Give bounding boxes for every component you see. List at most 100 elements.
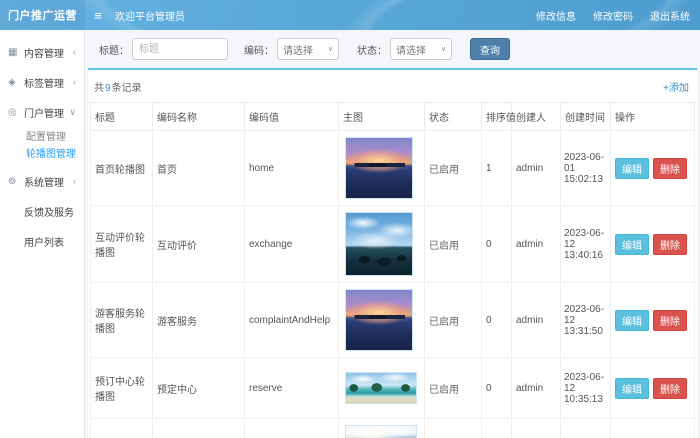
cell-creator: admin (512, 131, 561, 206)
column-header: 创建人 (512, 103, 561, 131)
status-badge: 已启用 (429, 241, 459, 252)
cell-main-image (339, 419, 425, 438)
banner-thumbnail (345, 137, 413, 199)
sidebar-subitem-config[interactable]: 配置管理 (0, 127, 84, 144)
cell-status: 已启用 (425, 283, 482, 358)
status-select[interactable]: 请选择 ∨ (390, 38, 452, 60)
cell-creator: admin (512, 283, 561, 358)
cell-created-time: 2023-06-12 10:35:13 (561, 358, 611, 419)
banner-thumbnail (345, 372, 417, 404)
delete-button[interactable]: 删除 (653, 234, 687, 255)
code-filter-label: 编码： (244, 42, 274, 57)
cell-code-name: 互动评价 (153, 206, 245, 283)
delete-button[interactable]: 删除 (653, 378, 687, 399)
sidebar-item-users[interactable]: 用户列表 (0, 226, 84, 256)
banner-thumbnail (345, 212, 413, 276)
tag-icon: ◈ (8, 77, 24, 88)
shield-icon: ⊚ (8, 176, 24, 187)
edit-button[interactable]: 编辑 (615, 234, 649, 255)
sidebar-item-label: 用户列表 (24, 234, 78, 249)
cell-created-time: 2023-06-12 (561, 419, 611, 438)
sidebar-item-portal[interactable]: ◎门户管理∨ (0, 97, 84, 127)
sidebar-nav: ▦内容管理‹◈标签管理‹◎门户管理∨配置管理轮播图管理⊚系统管理‹反馈及服务用户… (0, 30, 85, 438)
cell-main-image (339, 131, 425, 206)
sidebar-subitem-carousel[interactable]: 轮播图管理 (0, 144, 84, 161)
cell-code-name: 目的地名片 (153, 419, 245, 438)
topbar-link-profile[interactable]: 修改信息 (536, 8, 576, 23)
chevron-left-icon: ‹ (73, 176, 78, 186)
column-header: 主图 (339, 103, 425, 131)
sidebar-item-label: 反馈及服务 (24, 204, 78, 219)
cell-actions: 编辑删除 (611, 283, 695, 358)
chevron-left-icon: ‹ (73, 77, 78, 87)
add-link[interactable]: +添加 (663, 79, 689, 94)
edit-button[interactable]: 编辑 (615, 310, 649, 331)
search-button[interactable]: 查询 (470, 38, 510, 60)
column-header: 编码值 (245, 103, 339, 131)
cell-creator: admin (512, 358, 561, 419)
welcome-text: 欢迎平台管理员 (111, 0, 536, 30)
cell-title: 预订中心轮播图 (91, 358, 153, 419)
sidebar-item-feedback[interactable]: 反馈及服务 (0, 196, 84, 226)
topbar-link-logout[interactable]: 退出系统 (650, 8, 690, 23)
title-filter-input[interactable] (132, 38, 228, 60)
target-icon: ◎ (8, 107, 24, 118)
edit-button[interactable]: 编辑 (615, 158, 649, 179)
status-badge: 已启用 (429, 165, 459, 176)
cell-title: 游客服务轮播图 (91, 283, 153, 358)
table-row: 首页轮播图首页home已启用1admin2023-06-01 15:02:13编… (91, 131, 695, 206)
cell-title: 首页轮播图 (91, 131, 153, 206)
table-row: 互动评价轮播图互动评价exchange已启用0admin2023-06-12 1… (91, 206, 695, 283)
topbar-link-password[interactable]: 修改密码 (593, 8, 633, 23)
cell-code-value: reserve (245, 358, 339, 419)
brand-title: 门户推广运营 (0, 0, 85, 30)
cell-code-name: 预定中心 (153, 358, 245, 419)
cell-code-value: traffic (245, 419, 339, 438)
table-row: 游客服务轮播图游客服务complaintAndHelp已启用0admin2023… (91, 283, 695, 358)
delete-button[interactable]: 删除 (653, 158, 687, 179)
chevron-down-icon: ∨ (69, 107, 78, 118)
cell-status: 已启用 (425, 419, 482, 438)
title-filter-label: 标题： (99, 42, 129, 57)
edit-button[interactable]: 编辑 (615, 378, 649, 399)
grid-icon: ▦ (8, 47, 24, 58)
cell-sort: 0 (482, 358, 512, 419)
cell-status: 已启用 (425, 131, 482, 206)
chevron-down-icon: ∨ (441, 45, 446, 53)
cell-creator: admin (512, 206, 561, 283)
cell-created-time: 2023-06-12 13:40:16 (561, 206, 611, 283)
banner-thumbnail (345, 289, 413, 351)
cell-code-value: complaintAndHelp (245, 283, 339, 358)
cell-code-name: 首页 (153, 131, 245, 206)
topbar: 门户推广运营 ≡ 欢迎平台管理员 修改信息 修改密码 退出系统 (0, 0, 700, 30)
column-header: 状态 (425, 103, 482, 131)
cell-actions: 编辑删除 (611, 206, 695, 283)
sidebar-item-label: 系统管理 (24, 174, 73, 189)
column-header: 创建时间 (561, 103, 611, 131)
sidebar-item-label: 标签管理 (24, 75, 73, 90)
main-content: 标题： 编码： 请选择 ∨ 状态： 请选择 ∨ 查询 共9条记录 +添加 (85, 30, 700, 438)
cell-code-value: exchange (245, 206, 339, 283)
status-filter-label: 状态： (357, 42, 387, 57)
table-row: 旅游指南轮播图目的地名片traffic已启用0admin2023-06-12编辑… (91, 419, 695, 438)
cell-actions: 编辑删除 (611, 131, 695, 206)
code-select[interactable]: 请选择 ∨ (277, 38, 339, 60)
status-badge: 已启用 (429, 317, 459, 328)
sidebar-item-label: 内容管理 (24, 45, 73, 60)
cell-sort: 0 (482, 206, 512, 283)
cell-created-time: 2023-06-12 13:31:50 (561, 283, 611, 358)
menu-icon[interactable]: ≡ (85, 0, 111, 30)
cell-actions: 编辑删除 (611, 358, 695, 419)
column-header: 操作 (611, 103, 695, 131)
topbar-links: 修改信息 修改密码 退出系统 (536, 0, 700, 30)
sidebar-item-system[interactable]: ⊚系统管理‹ (0, 166, 84, 196)
cell-main-image (339, 358, 425, 419)
column-header: 排序值 (482, 103, 512, 131)
sidebar-item-label: 门户管理 (24, 105, 69, 120)
cell-main-image (339, 283, 425, 358)
sidebar-item-content[interactable]: ▦内容管理‹ (0, 37, 84, 67)
sidebar-item-tag[interactable]: ◈标签管理‹ (0, 67, 84, 97)
delete-button[interactable]: 删除 (653, 310, 687, 331)
cell-sort: 0 (482, 419, 512, 438)
cell-sort: 0 (482, 283, 512, 358)
